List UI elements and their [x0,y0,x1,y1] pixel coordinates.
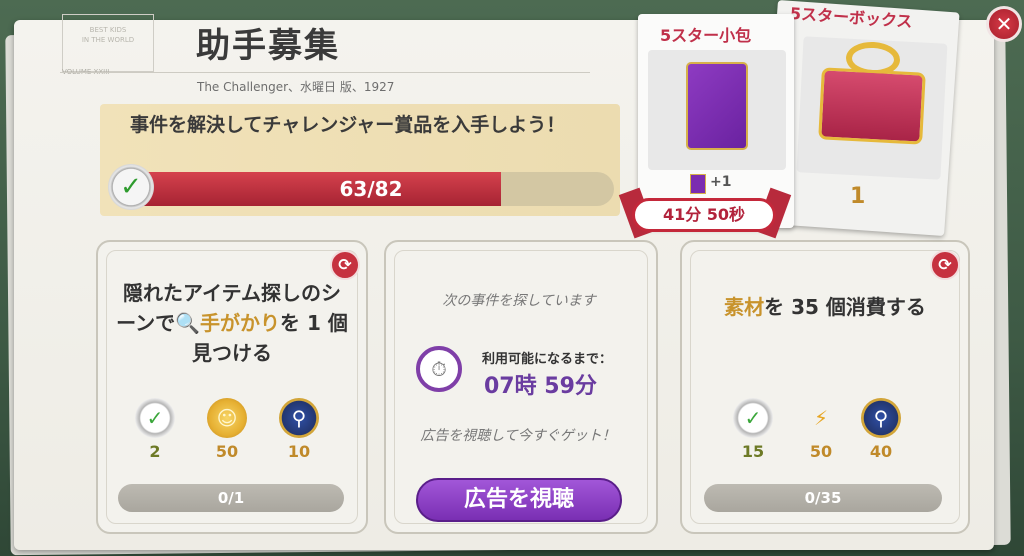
challenge-progress-label: 63/82 [339,177,403,201]
task-card-left[interactable]: 隠れたアイテム探しのシーンで🔍手がかりを 1 個見つける ⟳ ✓ 2 ☺ 50 … [96,240,368,534]
challenge-progress-bar: 63/82 [128,172,614,206]
stopwatch-icon: ⏱ [416,346,462,392]
magnifier-medal-icon: ⚲ [861,398,901,438]
check-plus-icon: ✓ [135,398,175,438]
spellbook-pack-icon [686,62,748,150]
available-time: 07時 59分 [484,374,597,399]
lightning-icon: ⚡ [813,406,829,430]
magnifier-medal-icon: ⚲ [279,398,319,438]
magnifier-icon: 🔍 [175,311,201,335]
task-progress-right: 0/35 [704,484,942,512]
refresh-task-button[interactable]: ⟳ [330,250,360,280]
task-progress-left: 0/1 [118,484,344,512]
task-card-right[interactable]: 素材を 35 個消費する ⟳ ✓ 15 ⚡ 50 ⚲ 40 0/35 [680,240,970,534]
reward-item: ⚲ 40 [856,398,906,461]
reward-item: ✓ 15 [728,398,778,461]
reward-item: ⚲ 10 [274,398,324,461]
watch-ad-button[interactable]: 広告を視聴 [416,478,622,522]
searching-text: 次の事件を探しています [442,293,596,309]
treasure-box-icon [818,67,926,145]
refresh-task-button[interactable]: ⟳ [930,250,960,280]
header-divider [60,72,590,73]
page-title: 助手募集 [196,26,340,66]
pack-timer: 41分 50秒 [632,198,776,232]
task-title-left: 隠れたアイテム探しのシーンで🔍手がかりを 1 個見つける [116,281,348,365]
reward-item: ✓ 2 [130,398,180,461]
checkmark-badge-icon: ✓ [108,164,154,210]
task-title-right: 素材を 35 個消費する [724,295,926,319]
reward-item: ⚡ 50 [796,398,846,461]
dateline: The Challenger、水曜日 版、1927 [197,80,395,94]
reward-item: ☺ 50 [202,398,252,461]
challenge-text: 事件を解決してチャレンジャー賞品を入手しよう！ [130,114,566,136]
pack-offer-title: 5スター小包 [660,26,752,45]
mini-pack-icon [690,174,706,194]
masthead-logo: BEST KIDS IN THE WORLD [62,14,154,72]
available-label: 利用可能になるまで： [482,352,613,367]
ad-text: 広告を視聴して今すぐゲット！ [420,428,616,444]
close-button[interactable]: ✕ [986,6,1022,42]
check-plus-icon: ✓ [733,398,773,438]
box-count: 1 [850,184,866,209]
pack-bonus: +1 [710,174,732,190]
gold-coin-icon: ☺ [207,398,247,438]
